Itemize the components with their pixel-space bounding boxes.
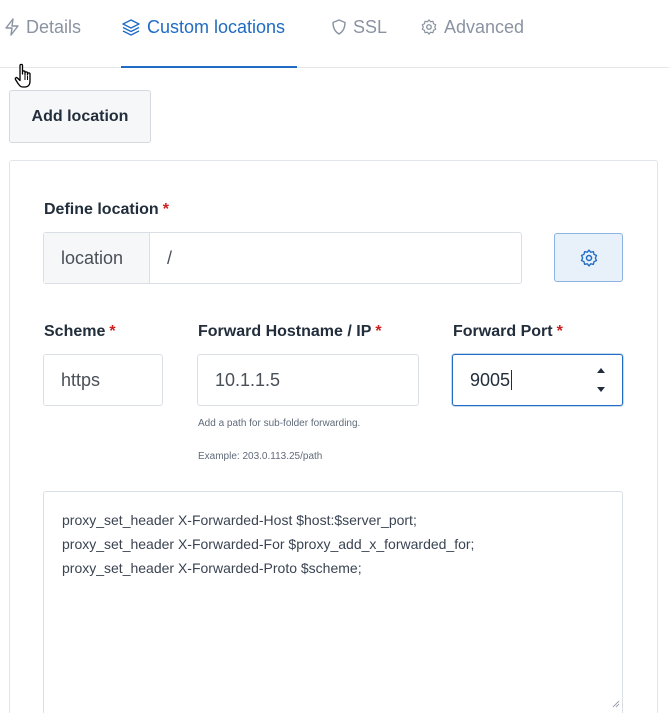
required-mark: *	[162, 201, 169, 218]
tab-ssl[interactable]: SSL	[331, 16, 387, 38]
hand-pointer-cursor-icon	[14, 63, 31, 88]
tab-details-label: Details	[26, 16, 82, 37]
location-path-group: location /	[43, 232, 522, 284]
forward-port-label: Forward Port *	[453, 323, 563, 340]
advanced-config-textarea[interactable]: proxy_set_header X-Forwarded-Host $host:…	[43, 491, 623, 713]
location-prefix: location	[44, 233, 150, 283]
forward-hostname-input[interactable]: 10.1.1.5	[197, 354, 419, 406]
bolt-icon	[5, 18, 19, 36]
add-location-button[interactable]: Add location	[9, 90, 151, 143]
resize-handle-icon[interactable]	[612, 700, 620, 708]
text-caret	[511, 370, 513, 390]
forward-port-value: 9005	[470, 369, 511, 390]
config-line: proxy_set_header X-Forwarded-For $proxy_…	[62, 536, 475, 552]
tab-details[interactable]: Details	[4, 16, 81, 38]
tab-bar: Details Custom locations SSL Advanced	[0, 0, 669, 68]
scheme-label: Scheme *	[44, 323, 116, 340]
location-settings-button[interactable]	[554, 233, 623, 282]
required-mark: *	[109, 323, 116, 340]
chevron-down-icon[interactable]	[596, 386, 606, 393]
port-stepper[interactable]	[595, 367, 607, 393]
gear-icon	[580, 248, 597, 267]
active-tab-indicator	[121, 66, 297, 68]
gear-icon	[421, 19, 437, 35]
hostname-hint-subfolder: Add a path for sub-folder forwarding.	[198, 418, 361, 429]
tab-custom-locations[interactable]: Custom locations	[121, 16, 285, 38]
layers-icon	[122, 19, 140, 36]
tab-advanced-label: Advanced	[444, 16, 525, 37]
config-line: proxy_set_header X-Forwarded-Host $host:…	[62, 512, 417, 528]
tab-ssl-label: SSL	[353, 16, 388, 37]
forward-hostname-label: Forward Hostname / IP *	[198, 323, 382, 340]
location-path-input[interactable]: /	[150, 233, 521, 283]
shield-icon	[332, 19, 346, 35]
required-mark: *	[556, 323, 563, 340]
define-location-label: Define location *	[44, 201, 169, 218]
config-line: proxy_set_header X-Forwarded-Proto $sche…	[62, 560, 362, 576]
required-mark: *	[375, 323, 382, 340]
forward-port-input[interactable]: 9005	[452, 354, 623, 406]
tab-advanced[interactable]: Advanced	[420, 16, 524, 38]
hostname-hint-example: Example: 203.0.113.25/path	[198, 451, 323, 462]
scheme-input[interactable]: https	[43, 354, 163, 406]
chevron-up-icon[interactable]	[596, 367, 606, 374]
tab-custom-locations-label: Custom locations	[147, 16, 286, 37]
